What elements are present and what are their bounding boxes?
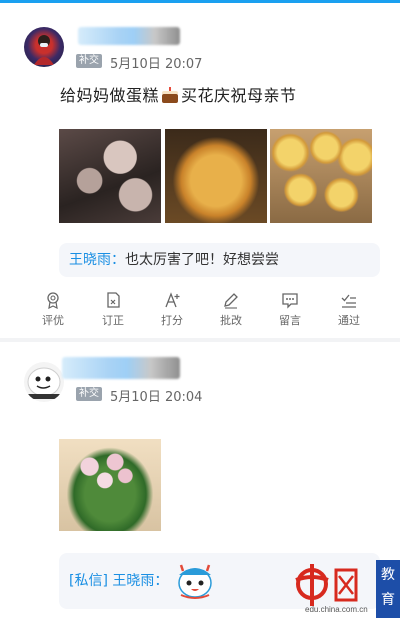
watermark-url: edu.china.com.cn xyxy=(305,605,368,614)
grade-button[interactable]: 批改 xyxy=(202,291,260,328)
action-label: 留言 xyxy=(279,314,301,327)
award-icon xyxy=(47,292,59,309)
award-button[interactable]: 评优 xyxy=(24,291,82,328)
action-label: 评优 xyxy=(42,314,64,327)
china-net-logo xyxy=(295,564,358,606)
action-label: 打分 xyxy=(161,314,183,327)
check-list-icon xyxy=(341,294,356,308)
comment-author[interactable]: 王晓雨： xyxy=(112,573,168,589)
post-time: 5月10日 20:04 xyxy=(110,390,203,405)
private-message-tag: [私信] xyxy=(69,573,108,589)
edu-badge: 教 育 xyxy=(376,560,400,618)
post-text-before: 给妈妈做蛋糕 xyxy=(60,86,160,105)
comment[interactable]: 王晓雨：也太厉害了吧！好想尝尝 xyxy=(59,243,380,277)
post-photo[interactable] xyxy=(59,439,161,531)
score-button[interactable]: 打分 xyxy=(143,291,201,328)
status-badge: 补交 xyxy=(76,387,102,401)
post-text-after: 买花庆祝母亲节 xyxy=(181,86,297,105)
mascot-sticker-icon xyxy=(178,564,212,599)
action-label: 通过 xyxy=(338,314,360,327)
correct-button[interactable]: 订正 xyxy=(84,291,142,328)
cake-emoji-icon xyxy=(161,87,179,103)
post-card: 补交 5月10日 20:07 给妈妈做蛋糕 买花庆祝母亲节 王晓雨：也太厉害了吧！… xyxy=(0,3,400,338)
edu-char: 育 xyxy=(381,592,395,608)
comment-text: 也太厉害了吧！好想尝尝 xyxy=(125,252,279,268)
post-photo[interactable] xyxy=(59,129,161,223)
avatar[interactable] xyxy=(24,362,64,402)
post-photo[interactable] xyxy=(165,129,267,223)
post-photo[interactable] xyxy=(270,129,372,223)
action-bar: 评优 订正 打分 批改 留言 通过 xyxy=(0,291,400,331)
score-icon xyxy=(165,292,180,308)
user-name-blurred xyxy=(62,357,180,379)
comment-author[interactable]: 王晓雨： xyxy=(69,252,125,268)
pencil-icon xyxy=(224,293,238,309)
action-label: 订正 xyxy=(102,314,124,327)
post-text: 给妈妈做蛋糕 买花庆祝母亲节 xyxy=(60,82,297,106)
post-time: 5月10日 20:07 xyxy=(110,57,203,72)
action-label: 批改 xyxy=(220,314,242,327)
edit-doc-icon xyxy=(107,292,120,308)
edu-char: 教 xyxy=(381,567,395,583)
avatar[interactable] xyxy=(24,27,64,67)
message-icon xyxy=(282,293,298,309)
approve-button[interactable]: 通过 xyxy=(320,291,378,328)
message-button[interactable]: 留言 xyxy=(261,291,319,328)
status-badge: 补交 xyxy=(76,54,102,68)
user-name-blurred xyxy=(78,27,180,45)
